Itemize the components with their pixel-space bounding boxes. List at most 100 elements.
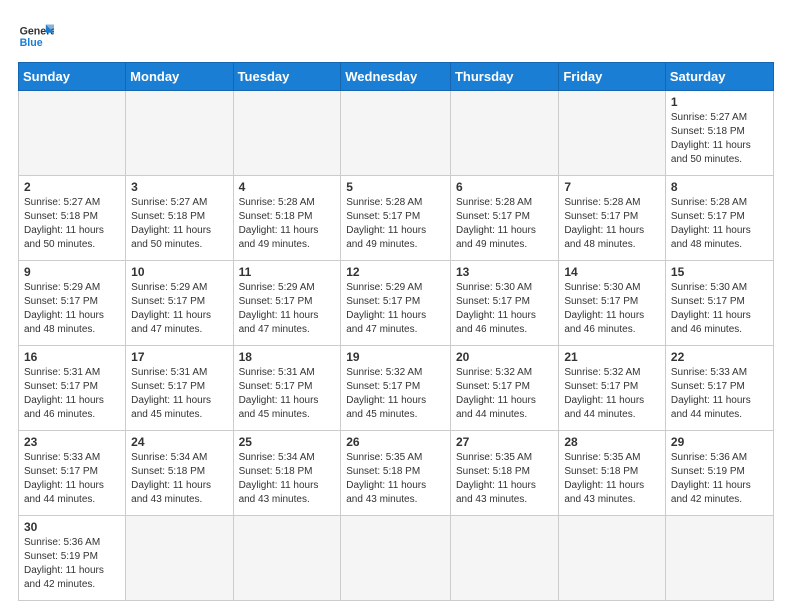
- day-cell: [19, 91, 126, 176]
- day-info: Sunrise: 5:36 AM Sunset: 5:19 PM Dayligh…: [671, 451, 768, 507]
- day-header-row: SundayMondayTuesdayWednesdayThursdayFrid…: [19, 63, 774, 91]
- logo: General Blue: [18, 18, 54, 54]
- day-cell: [450, 91, 558, 176]
- day-cell: 13 Sunrise: 5:30 AM Sunset: 5:17 PM Dayli…: [450, 261, 558, 346]
- day-cell: [559, 516, 666, 601]
- day-number: 16: [24, 350, 120, 364]
- day-info: Sunrise: 5:29 AM Sunset: 5:17 PM Dayligh…: [24, 281, 120, 337]
- day-info: Sunrise: 5:32 AM Sunset: 5:17 PM Dayligh…: [456, 366, 553, 422]
- col-header-thursday: Thursday: [450, 63, 558, 91]
- day-cell: 23 Sunrise: 5:33 AM Sunset: 5:17 PM Dayli…: [19, 431, 126, 516]
- col-header-friday: Friday: [559, 63, 666, 91]
- day-cell: 20 Sunrise: 5:32 AM Sunset: 5:17 PM Dayli…: [450, 346, 558, 431]
- day-info: Sunrise: 5:35 AM Sunset: 5:18 PM Dayligh…: [346, 451, 445, 507]
- day-number: 3: [131, 180, 227, 194]
- col-header-wednesday: Wednesday: [341, 63, 451, 91]
- day-info: Sunrise: 5:31 AM Sunset: 5:17 PM Dayligh…: [131, 366, 227, 422]
- day-info: Sunrise: 5:31 AM Sunset: 5:17 PM Dayligh…: [239, 366, 336, 422]
- day-info: Sunrise: 5:34 AM Sunset: 5:18 PM Dayligh…: [239, 451, 336, 507]
- day-cell: [233, 516, 341, 601]
- day-number: 6: [456, 180, 553, 194]
- day-info: Sunrise: 5:29 AM Sunset: 5:17 PM Dayligh…: [346, 281, 445, 337]
- day-number: 12: [346, 265, 445, 279]
- day-cell: 28 Sunrise: 5:35 AM Sunset: 5:18 PM Dayli…: [559, 431, 666, 516]
- day-info: Sunrise: 5:32 AM Sunset: 5:17 PM Dayligh…: [564, 366, 660, 422]
- day-info: Sunrise: 5:29 AM Sunset: 5:17 PM Dayligh…: [239, 281, 336, 337]
- day-number: 20: [456, 350, 553, 364]
- week-row-4: 16 Sunrise: 5:31 AM Sunset: 5:17 PM Dayli…: [19, 346, 774, 431]
- day-cell: 16Sunrise: 5:31 AM Sunset: 5:17 PM Dayli…: [19, 346, 126, 431]
- day-number: 26: [346, 435, 445, 449]
- day-cell: [341, 91, 451, 176]
- day-number: 15: [671, 265, 768, 279]
- day-cell: 8 Sunrise: 5:28 AM Sunset: 5:17 PM Daylig…: [665, 176, 773, 261]
- day-cell: [665, 516, 773, 601]
- generalblue-logo-icon: General Blue: [18, 18, 54, 54]
- col-header-saturday: Saturday: [665, 63, 773, 91]
- day-info: Sunrise: 5:28 AM Sunset: 5:17 PM Dayligh…: [346, 196, 445, 252]
- day-info: Sunrise: 5:28 AM Sunset: 5:17 PM Dayligh…: [564, 196, 660, 252]
- day-number: 27: [456, 435, 553, 449]
- day-number: 17: [131, 350, 227, 364]
- day-info: Sunrise: 5:30 AM Sunset: 5:17 PM Dayligh…: [564, 281, 660, 337]
- day-cell: 3Sunrise: 5:27 AM Sunset: 5:18 PM Daylig…: [126, 176, 233, 261]
- day-cell: [233, 91, 341, 176]
- day-number: 25: [239, 435, 336, 449]
- day-info: Sunrise: 5:33 AM Sunset: 5:17 PM Dayligh…: [24, 451, 120, 507]
- day-number: 21: [564, 350, 660, 364]
- col-header-tuesday: Tuesday: [233, 63, 341, 91]
- day-cell: 7Sunrise: 5:28 AM Sunset: 5:17 PM Daylig…: [559, 176, 666, 261]
- day-cell: [450, 516, 558, 601]
- day-cell: 24 Sunrise: 5:34 AM Sunset: 5:18 PM Dayli…: [126, 431, 233, 516]
- day-cell: 15 Sunrise: 5:30 AM Sunset: 5:17 PM Dayli…: [665, 261, 773, 346]
- week-row-3: 9 Sunrise: 5:29 AM Sunset: 5:17 PM Daylig…: [19, 261, 774, 346]
- day-number: 30: [24, 520, 120, 534]
- day-cell: 5Sunrise: 5:28 AM Sunset: 5:17 PM Daylig…: [341, 176, 451, 261]
- day-cell: 6 Sunrise: 5:28 AM Sunset: 5:17 PM Daylig…: [450, 176, 558, 261]
- page: General Blue SundayMondayTuesdayWednesda…: [0, 0, 792, 611]
- day-cell: [559, 91, 666, 176]
- week-row-1: 1 Sunrise: 5:27 AM Sunset: 5:18 PM Daylig…: [19, 91, 774, 176]
- day-cell: 18 Sunrise: 5:31 AM Sunset: 5:17 PM Dayli…: [233, 346, 341, 431]
- calendar-table: SundayMondayTuesdayWednesdayThursdayFrid…: [18, 62, 774, 601]
- day-number: 2: [24, 180, 120, 194]
- day-number: 14: [564, 265, 660, 279]
- col-header-monday: Monday: [126, 63, 233, 91]
- day-info: Sunrise: 5:28 AM Sunset: 5:17 PM Dayligh…: [671, 196, 768, 252]
- day-number: 24: [131, 435, 227, 449]
- day-number: 18: [239, 350, 336, 364]
- day-info: Sunrise: 5:28 AM Sunset: 5:17 PM Dayligh…: [456, 196, 553, 252]
- day-info: Sunrise: 5:35 AM Sunset: 5:18 PM Dayligh…: [564, 451, 660, 507]
- day-info: Sunrise: 5:30 AM Sunset: 5:17 PM Dayligh…: [456, 281, 553, 337]
- day-cell: 26 Sunrise: 5:35 AM Sunset: 5:18 PM Dayli…: [341, 431, 451, 516]
- day-number: 28: [564, 435, 660, 449]
- day-number: 8: [671, 180, 768, 194]
- day-cell: 12 Sunrise: 5:29 AM Sunset: 5:17 PM Dayli…: [341, 261, 451, 346]
- day-cell: 1 Sunrise: 5:27 AM Sunset: 5:18 PM Daylig…: [665, 91, 773, 176]
- day-info: Sunrise: 5:33 AM Sunset: 5:17 PM Dayligh…: [671, 366, 768, 422]
- week-row-6: 30Sunrise: 5:36 AM Sunset: 5:19 PM Dayli…: [19, 516, 774, 601]
- day-number: 19: [346, 350, 445, 364]
- day-info: Sunrise: 5:27 AM Sunset: 5:18 PM Dayligh…: [671, 111, 768, 167]
- day-number: 13: [456, 265, 553, 279]
- day-number: 1: [671, 95, 768, 109]
- week-row-2: 2 Sunrise: 5:27 AM Sunset: 5:18 PM Daylig…: [19, 176, 774, 261]
- day-number: 9: [24, 265, 120, 279]
- day-info: Sunrise: 5:27 AM Sunset: 5:18 PM Dayligh…: [24, 196, 120, 252]
- day-cell: [341, 516, 451, 601]
- week-row-5: 23 Sunrise: 5:33 AM Sunset: 5:17 PM Dayli…: [19, 431, 774, 516]
- day-cell: 25 Sunrise: 5:34 AM Sunset: 5:18 PM Dayli…: [233, 431, 341, 516]
- day-number: 22: [671, 350, 768, 364]
- col-header-sunday: Sunday: [19, 63, 126, 91]
- day-number: 4: [239, 180, 336, 194]
- day-cell: 11 Sunrise: 5:29 AM Sunset: 5:17 PM Dayli…: [233, 261, 341, 346]
- day-cell: 29Sunrise: 5:36 AM Sunset: 5:19 PM Dayli…: [665, 431, 773, 516]
- day-number: 23: [24, 435, 120, 449]
- day-cell: 27Sunrise: 5:35 AM Sunset: 5:18 PM Dayli…: [450, 431, 558, 516]
- day-info: Sunrise: 5:34 AM Sunset: 5:18 PM Dayligh…: [131, 451, 227, 507]
- day-number: 11: [239, 265, 336, 279]
- day-cell: 10Sunrise: 5:29 AM Sunset: 5:17 PM Dayli…: [126, 261, 233, 346]
- day-info: Sunrise: 5:30 AM Sunset: 5:17 PM Dayligh…: [671, 281, 768, 337]
- day-cell: 22 Sunrise: 5:33 AM Sunset: 5:17 PM Dayli…: [665, 346, 773, 431]
- day-cell: [126, 516, 233, 601]
